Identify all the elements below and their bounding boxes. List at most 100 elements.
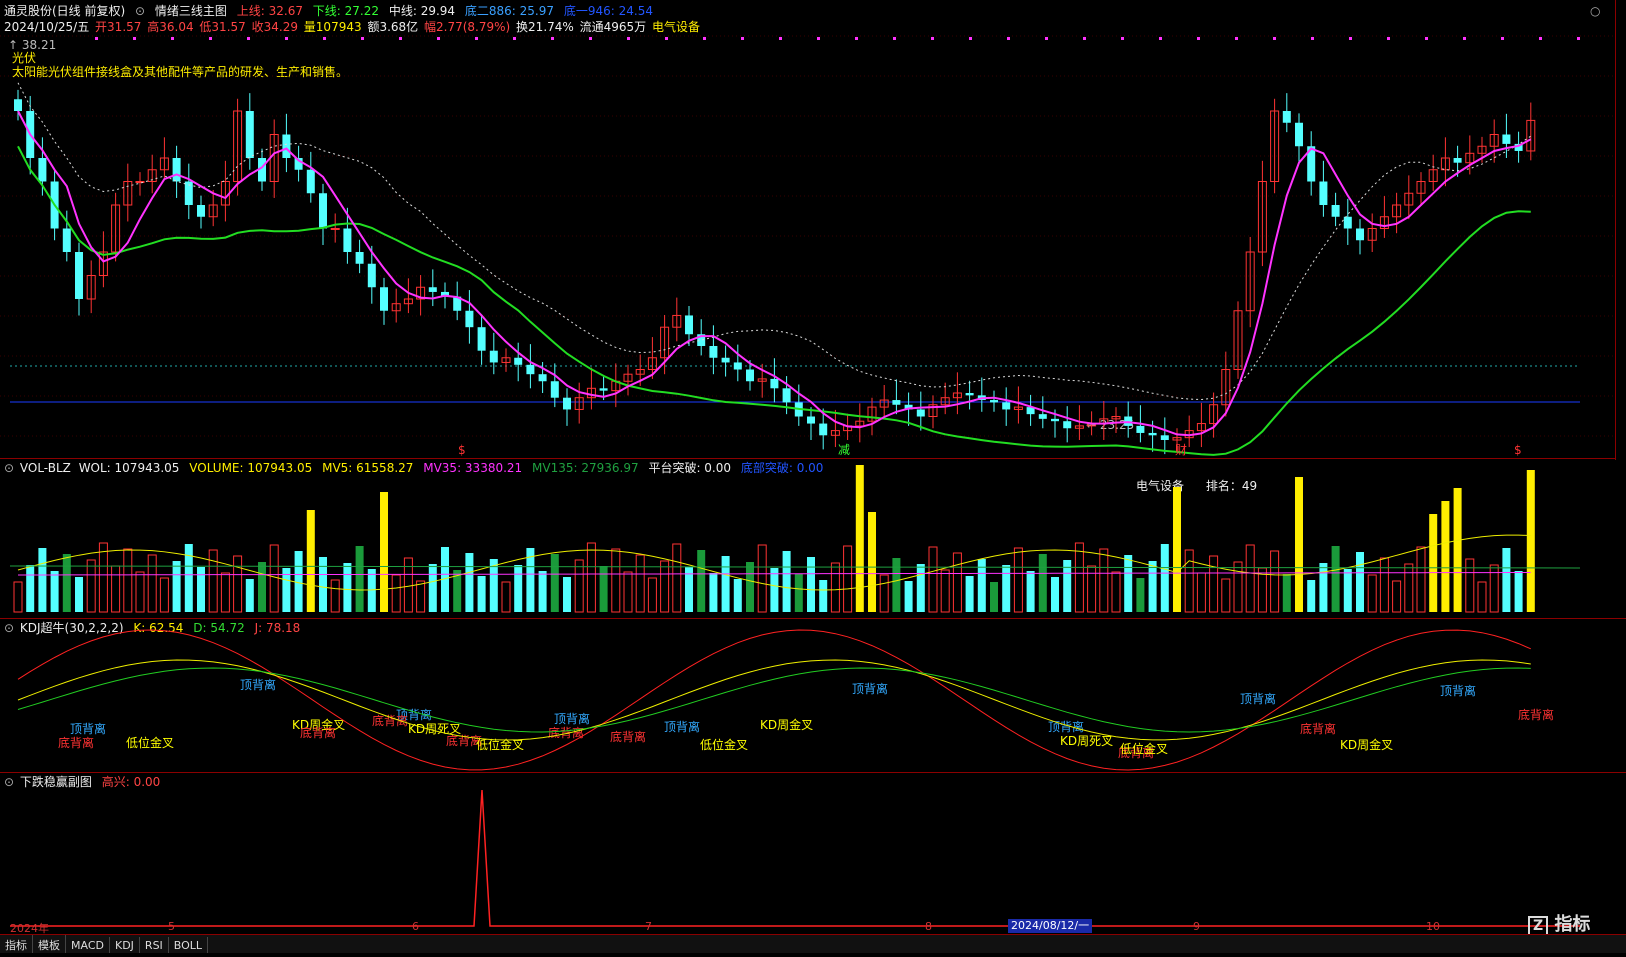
candle-down (1148, 432, 1157, 436)
candle-down (1038, 414, 1047, 419)
bottom-break-value: 底部突破: 0.00 (740, 461, 824, 475)
logo-icon: Z (1528, 916, 1549, 936)
kdj-annotation: 底背离 (1518, 708, 1555, 722)
top-dot-marker (551, 37, 554, 40)
candle-down (819, 423, 828, 436)
k-value: K: 62.54 (133, 621, 184, 635)
top-dot-marker (1501, 37, 1504, 40)
x-label-9: 9 (1193, 920, 1200, 933)
kdj-menu-icon[interactable]: ⊙ (4, 621, 14, 635)
tab-strip-1[interactable]: 指标 (0, 935, 33, 953)
top-dot-marker (665, 37, 668, 40)
top-dot-marker (1463, 37, 1466, 40)
volume-menu-icon[interactable]: ⊙ (4, 461, 14, 475)
kdj-annotation: 顶背离 (664, 720, 701, 734)
candle-down (892, 400, 901, 405)
candle-down (38, 158, 47, 182)
candle-down (75, 252, 83, 299)
top-dot-marker (361, 37, 364, 40)
candle-down (1063, 421, 1072, 429)
main-price-chart[interactable]: $ 减 财 $ (0, 0, 1626, 460)
top-dot-marker (969, 37, 972, 40)
top-dot-marker (1425, 37, 1428, 40)
top-dot-marker (1083, 37, 1086, 40)
top-dot-marker (1577, 37, 1580, 40)
kdj-annotation: 低位金叉 (1120, 742, 1169, 756)
candle-down (428, 287, 437, 292)
volume-header: ⊙ VOL-BLZ WOL: 107943.05 VOLUME: 107943.… (4, 461, 829, 475)
top-dot-marker (475, 37, 478, 40)
candle-down (1331, 205, 1340, 217)
top-dot-marker (285, 37, 288, 40)
top-dot-marker (1121, 37, 1124, 40)
candle-down (807, 416, 815, 424)
sub-menu-icon[interactable]: ⊙ (4, 775, 14, 789)
green-trend-line (17, 145, 1531, 456)
top-dot-marker (133, 37, 136, 40)
platform-break-value: 平台突破: 0.00 (648, 461, 732, 475)
top-dot-marker (399, 37, 402, 40)
kdj-annotation: 底背离 (548, 726, 585, 740)
event-marker: $ (1514, 443, 1522, 457)
sub-header: ⊙ 下跌稳赢副图 高兴: 0.00 (4, 775, 166, 789)
d-value: D: 54.72 (193, 621, 245, 635)
sub-indicator-name[interactable]: 下跌稳赢副图 (20, 775, 92, 789)
x-label-10: 10 (1426, 920, 1440, 933)
candle-down (563, 397, 571, 410)
top-dot-marker (589, 37, 592, 40)
mid-dashed-line (17, 82, 1532, 401)
kdj-annotation: 低位金叉 (476, 738, 525, 752)
kdj-indicator-name[interactable]: KDJ超牛(30,2,2,2) (20, 621, 124, 635)
volume-value-label: VOLUME: 107943.05 (189, 461, 313, 475)
kdj-annotation: 顶背离 (852, 682, 889, 696)
candle-down (465, 310, 474, 328)
top-dot-marker (95, 37, 98, 40)
event-marker: 财 (1175, 443, 1187, 457)
candle-down (1453, 158, 1462, 163)
candle-down (172, 158, 181, 182)
rank-value: 排名：49 (1205, 479, 1258, 493)
top-dot-marker (437, 37, 440, 40)
kdj-annotation: 底背离 (58, 736, 95, 750)
top-dot-marker (1007, 37, 1010, 40)
sub-value: 高兴: 0.00 (101, 775, 161, 789)
kdj-annotation: 底背离 (300, 726, 337, 740)
top-dot-marker (931, 37, 934, 40)
candle-down (1282, 111, 1291, 123)
j-value: J: 78.18 (254, 621, 301, 635)
top-dot-marker (779, 37, 782, 40)
top-dot-marker (893, 37, 896, 40)
sector-rank: 电气设备 排名：49 (1136, 479, 1263, 493)
top-dot-marker (171, 37, 174, 40)
top-dot-marker (855, 37, 858, 40)
kdj-annotation: 底背离 (610, 730, 647, 744)
right-price-scale[interactable] (1615, 0, 1626, 460)
tab-strip-4[interactable]: KDJ (110, 937, 140, 953)
top-dot-marker (1197, 37, 1200, 40)
candle-down (990, 400, 998, 403)
candle-down (489, 350, 498, 363)
kdj-annotation: 顶背离 (1240, 692, 1277, 706)
kdj-annotation: 低位金叉 (700, 738, 749, 752)
candle-down (709, 346, 718, 358)
tab-strip-3[interactable]: MACD (66, 937, 110, 953)
event-marker: $ (458, 443, 466, 457)
kdj-annotation: KD周金叉 (760, 718, 814, 732)
sub-panel (0, 772, 1626, 933)
tab-strip-2[interactable]: 模板 (33, 935, 66, 953)
candle-down (1319, 181, 1328, 205)
candle-down (319, 193, 327, 229)
candle-down (1343, 216, 1352, 229)
tab-strip-5[interactable]: RSI (140, 937, 169, 953)
candle-down (1502, 134, 1511, 144)
top-dot-marker (1349, 37, 1352, 40)
candle-down (1356, 228, 1364, 241)
kdj-annotation: 底背离 (1300, 722, 1337, 736)
candle-down (916, 409, 925, 417)
tab-strip-6[interactable]: BOLL (169, 937, 209, 953)
top-dot-marker (627, 37, 630, 40)
volume-indicator-name[interactable]: VOL-BLZ (20, 461, 71, 475)
top-dot-marker (817, 37, 820, 40)
top-dot-marker (1311, 37, 1314, 40)
candle-down (282, 134, 291, 158)
